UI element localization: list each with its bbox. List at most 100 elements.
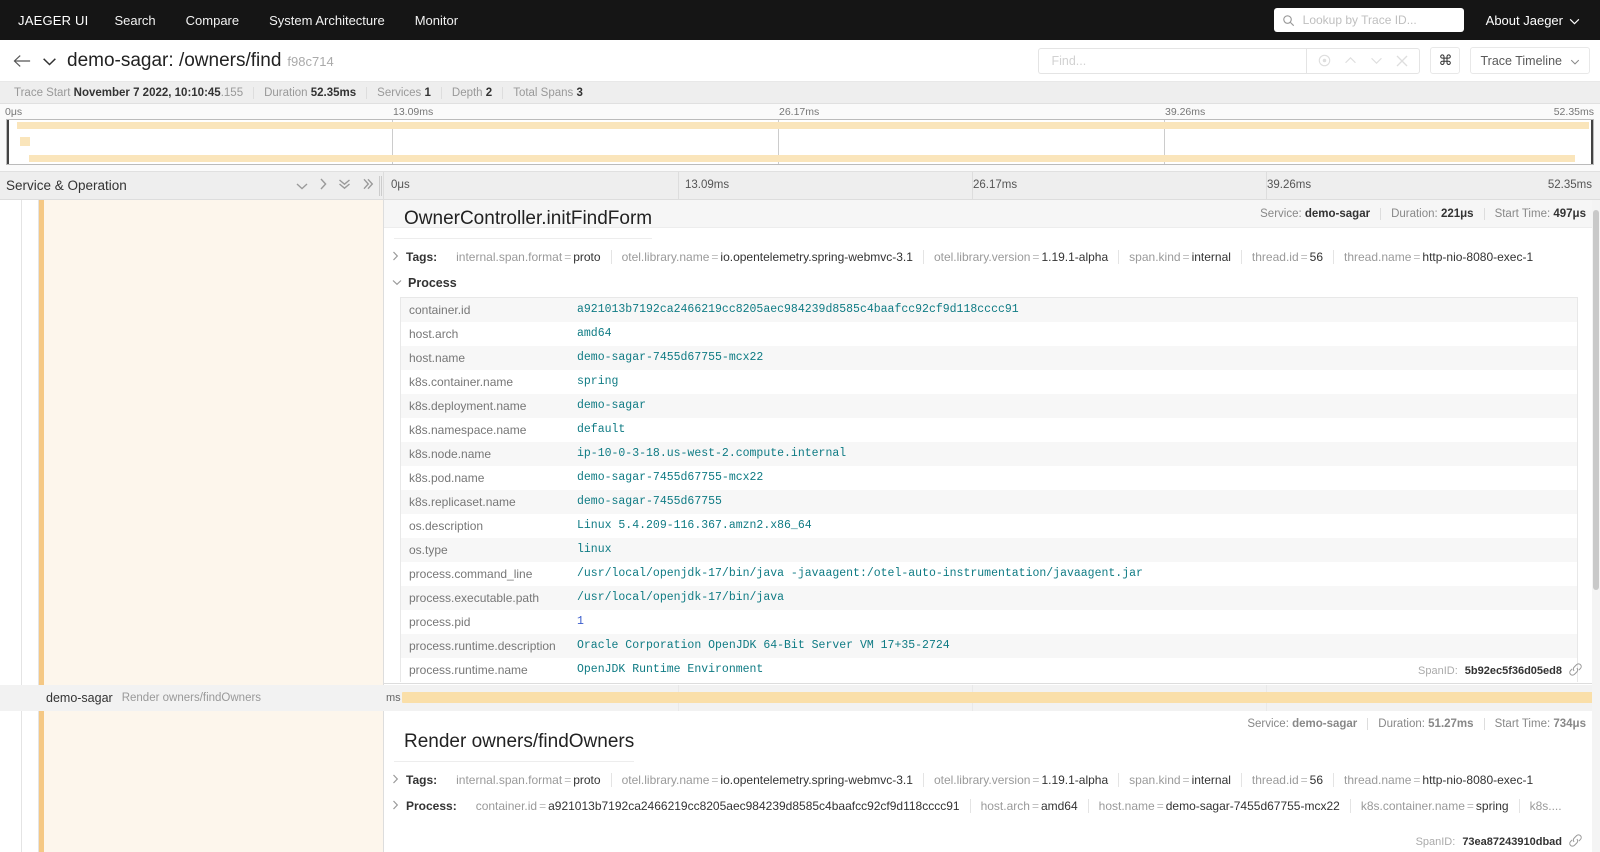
process-row-2[interactable]: Process: container.id = a921013b7192ca2466… (392, 793, 1600, 819)
kv-key: k8s.replicaset.name (409, 495, 516, 509)
tag-pair: thread.id = 56 (1242, 773, 1334, 787)
timeline-column-header: Service & Operation 0μs 13.09ms 26.17ms … (0, 172, 1600, 200)
equals-sign: = (1182, 773, 1190, 787)
command-key-icon: ⌘ (1438, 52, 1453, 68)
gutter-divider (21, 200, 22, 852)
double-chevron-down-icon[interactable] (338, 178, 351, 193)
chevron-right-icon[interactable] (392, 800, 406, 813)
tags-row-1[interactable]: Tags: internal.span.format = proto otel.li… (392, 244, 1600, 270)
trace-id-input[interactable] (1300, 12, 1456, 28)
service-label: Service: (1247, 718, 1289, 730)
search-icon (1282, 14, 1295, 27)
equals-sign: = (1466, 799, 1474, 813)
chevron-down-icon[interactable] (296, 179, 308, 193)
tag-value: 1.19.1-alpha (1041, 250, 1109, 264)
equals-sign: = (1413, 250, 1421, 264)
timeline-ticks-header: 0μs 13.09ms 26.17ms 39.26ms 52.35ms (384, 172, 1600, 199)
keyboard-shortcuts-button[interactable]: ⌘ (1430, 47, 1461, 74)
chevron-down-icon (1570, 54, 1580, 68)
nav-item-search[interactable]: Search (114, 13, 155, 28)
tag-value: internal (1191, 773, 1231, 787)
kv-value: linux (577, 543, 612, 556)
span-service-meta: Service: demo-sagar (1237, 718, 1369, 730)
equals-sign: = (1156, 799, 1164, 813)
span-id-footer-2: SpanID: 73ea87243910dbad (1416, 834, 1582, 850)
view-mode-select[interactable]: Trace Timeline (1470, 47, 1590, 74)
minimap-span-bar-child-1 (20, 137, 30, 146)
kv-key: process.pid (409, 615, 471, 629)
link-icon[interactable] (1569, 663, 1582, 679)
span-id-value: 5b92ec5f36d05ed8 (1464, 665, 1562, 677)
nav-item-compare[interactable]: Compare (186, 13, 239, 28)
tag-key: otel.library.version (933, 250, 1031, 264)
table-row: k8s.replicaset.name demo-sagar-7455d67755 (401, 490, 1577, 514)
find-prev-icon[interactable] (1337, 49, 1363, 73)
trace-title-group: demo-sagar: /owners/find f98c714 (42, 50, 334, 72)
minimap-tick-1: 13.09ms (393, 106, 434, 118)
tag-key: thread.id (1251, 773, 1299, 787)
minimap-tick-3: 39.26ms (1165, 106, 1206, 118)
process-key: host.name (1098, 799, 1155, 813)
scrollbar-thumb[interactable] (1593, 210, 1599, 590)
timeline-tick-3: 39.26ms (1267, 179, 1312, 191)
about-jaeger-menu[interactable]: About Jaeger (1486, 13, 1586, 28)
chevron-right-icon[interactable] (319, 178, 327, 193)
equals-sign: = (711, 773, 719, 787)
span-duration-bar[interactable] (402, 692, 1596, 703)
chevron-right-icon[interactable] (392, 251, 406, 264)
kv-value: amd64 (577, 327, 612, 340)
tags-row-2[interactable]: Tags: internal.span.format = proto otel.li… (392, 767, 1600, 793)
span-detail-content-1: Tags: internal.span.format = proto otel.li… (384, 244, 1600, 682)
service-label: Service: (1260, 207, 1302, 220)
tag-key: otel.library.version (933, 773, 1031, 787)
trace-id-short: f98c714 (287, 53, 334, 69)
timeline-tick-2: 26.17ms (973, 179, 1018, 191)
kv-key: host.arch (409, 327, 459, 341)
minimap-drag-handle-left[interactable] (7, 120, 9, 164)
table-row: os.description Linux 5.4.209-116.367.amzn… (401, 514, 1577, 538)
span-row-name-column[interactable]: demo-sagar Render owners/findOwners (0, 691, 384, 705)
tag-pair: otel.library.version = 1.19.1-alpha (924, 250, 1120, 264)
process-label: Process: (406, 799, 457, 813)
trace-header: demo-sagar: /owners/find f98c714 ⌘ Trace … (0, 40, 1600, 82)
jaeger-logo[interactable]: JAEGER UI (18, 13, 88, 28)
kv-key: k8s.pod.name (409, 471, 485, 485)
link-icon[interactable] (1569, 834, 1582, 850)
minimap-span-bar-child-2 (29, 155, 1575, 162)
nav-item-monitor[interactable]: Monitor (415, 13, 458, 28)
double-chevron-right-icon[interactable] (362, 178, 375, 193)
span-row-operation-name: Render owners/findOwners (121, 692, 262, 704)
kv-value: /usr/local/openjdk-17/bin/java (577, 591, 785, 604)
span-id-value: 73ea87243910dbad (1462, 836, 1562, 848)
span-row-bar-column[interactable]: ms (384, 685, 1600, 711)
back-arrow-icon[interactable] (8, 47, 36, 75)
find-box[interactable] (1038, 47, 1307, 74)
table-row: container.id a921013b7192ca2466219cc8205a… (401, 298, 1577, 322)
chevron-down-icon[interactable] (392, 277, 402, 289)
focus-target-icon[interactable] (1311, 49, 1337, 73)
span-row-render-owners[interactable]: demo-sagar Render owners/findOwners ms (0, 685, 1600, 711)
find-input[interactable] (1049, 52, 1297, 69)
minimap-drag-handle-right[interactable] (1591, 120, 1593, 164)
vertical-scrollbar[interactable] (1592, 200, 1600, 852)
chevron-down-icon (1569, 13, 1580, 28)
tag-key: internal.span.format (456, 250, 563, 264)
chevron-right-icon[interactable] (392, 774, 406, 787)
find-next-icon[interactable] (1363, 49, 1389, 73)
table-row: os.type linux (401, 538, 1577, 562)
trace-summary-bar: Trace Start November 7 2022, 10:10:45.15… (0, 82, 1600, 104)
summary-depth-label: Depth (451, 86, 483, 99)
column-resize-handle[interactable] (379, 176, 382, 196)
process-section-toggle-1[interactable]: Process (392, 270, 1600, 297)
minimap-viewport[interactable] (6, 119, 1594, 165)
nav-item-system-architecture[interactable]: System Architecture (269, 13, 385, 28)
start-time-value: 497μs (1553, 207, 1586, 220)
tag-key: otel.library.name (621, 773, 710, 787)
summary-services: Services 1 (367, 86, 442, 99)
trace-minimap[interactable]: 0μs 13.09ms 26.17ms 39.26ms 52.35ms (0, 104, 1600, 172)
find-clear-icon[interactable] (1389, 49, 1415, 73)
trace-id-lookup[interactable] (1273, 8, 1464, 32)
table-row: k8s.deployment.name demo-sagar (401, 394, 1577, 418)
span-service-meta: Service: demo-sagar (1250, 207, 1382, 220)
collapse-chevron-icon[interactable] (42, 53, 57, 69)
